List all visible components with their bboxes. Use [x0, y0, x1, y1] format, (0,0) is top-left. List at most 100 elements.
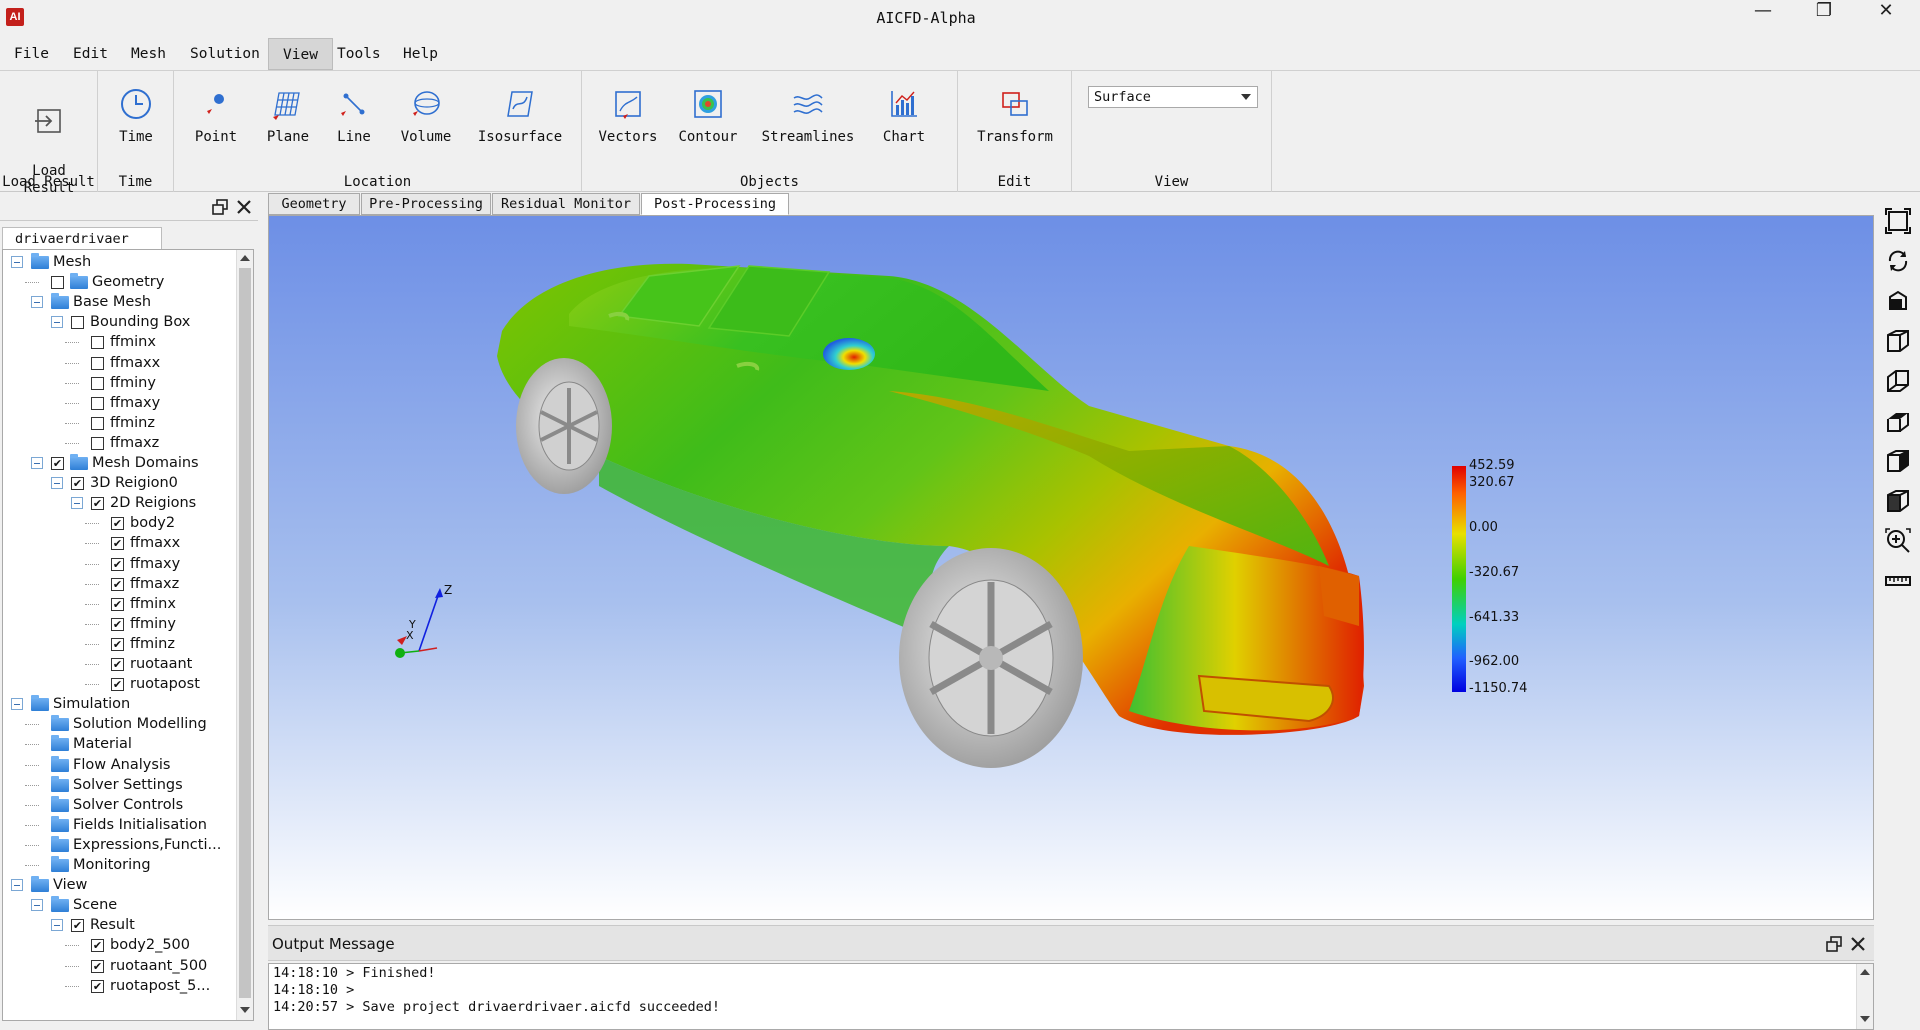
checked-checkbox[interactable]: ✔	[91, 939, 104, 953]
tree-item[interactable]: Mesh	[3, 252, 237, 272]
tree-item[interactable]: Bounding Box	[3, 312, 237, 332]
tree-item[interactable]: Flow Analysis	[3, 755, 237, 775]
unchecked-checkbox[interactable]	[91, 436, 104, 450]
volume-button[interactable]: Volume	[396, 87, 456, 146]
tree-scrollbar[interactable]	[236, 250, 253, 1020]
checked-checkbox[interactable]: ✔	[91, 979, 104, 993]
collapse-icon[interactable]	[51, 316, 63, 329]
checked-checkbox[interactable]: ✔	[91, 497, 104, 511]
scroll-up-icon[interactable]	[1860, 969, 1870, 975]
view-side-icon[interactable]	[1884, 447, 1912, 475]
view-back-icon[interactable]	[1884, 367, 1912, 395]
checked-checkbox[interactable]: ✔	[71, 919, 84, 933]
plane-button[interactable]: Plane	[258, 87, 318, 146]
tree-item[interactable]: Scene	[3, 895, 237, 915]
tree-item[interactable]: Material	[3, 734, 237, 754]
tree-item[interactable]: ✔ ffmaxy	[3, 554, 237, 574]
tree-item[interactable]: ✔ ruotaant_500	[3, 956, 237, 976]
tree-item[interactable]: ffmaxy	[3, 393, 237, 413]
view-top-icon[interactable]	[1884, 407, 1912, 435]
render-mode-select[interactable]: Surface	[1088, 86, 1258, 108]
float-panel-icon[interactable]	[1826, 936, 1842, 952]
tree-item[interactable]: ✔ ffmaxz	[3, 574, 237, 594]
isosurface-button[interactable]: Isosurface	[474, 87, 566, 146]
output-scrollbar[interactable]	[1856, 964, 1873, 1029]
tree-item[interactable]: ✔ ffminx	[3, 594, 237, 614]
tree-item[interactable]: ✔ ruotaant	[3, 654, 237, 674]
menu-solution[interactable]: Solution	[176, 38, 274, 70]
tree-item[interactable]: ✔ Result	[3, 915, 237, 935]
tree-item[interactable]: Base Mesh	[3, 292, 237, 312]
view-front-icon[interactable]	[1884, 327, 1912, 355]
line-button[interactable]: Line	[324, 87, 384, 146]
transform-button[interactable]: Transform	[970, 87, 1060, 146]
checked-checkbox[interactable]: ✔	[111, 678, 124, 692]
tree-item[interactable]: ffmaxx	[3, 353, 237, 373]
checked-checkbox[interactable]: ✔	[91, 959, 104, 973]
collapse-icon[interactable]	[31, 457, 43, 469]
collapse-icon[interactable]	[11, 698, 23, 711]
collapse-icon[interactable]	[31, 296, 43, 309]
unchecked-checkbox[interactable]	[91, 396, 104, 410]
checked-checkbox[interactable]: ✔	[111, 658, 124, 671]
unchecked-checkbox[interactable]	[91, 356, 104, 370]
unchecked-checkbox[interactable]	[71, 316, 84, 330]
tree-item[interactable]: ffminy	[3, 373, 237, 393]
streamlines-button[interactable]: Streamlines	[760, 87, 856, 146]
chart-button[interactable]: Chart	[872, 87, 936, 146]
checked-checkbox[interactable]: ✔	[111, 577, 124, 591]
vectors-button[interactable]: Vectors	[596, 87, 660, 146]
tab-pre-processing[interactable]: Pre-Processing	[361, 193, 491, 215]
collapse-icon[interactable]	[11, 256, 23, 268]
scroll-up-icon[interactable]	[240, 255, 250, 261]
menu-edit[interactable]: Edit	[59, 38, 122, 70]
tree-item[interactable]: Solver Controls	[3, 795, 237, 815]
zoom-icon[interactable]	[1884, 527, 1912, 555]
tree-item[interactable]: ✔ 2D Reigions	[3, 493, 237, 513]
unchecked-checkbox[interactable]	[91, 416, 104, 430]
collapse-icon[interactable]	[31, 899, 43, 912]
scroll-thumb[interactable]	[239, 268, 251, 998]
close-button[interactable]: ✕	[1856, 0, 1916, 36]
contour-button[interactable]: Contour	[676, 87, 740, 146]
tree-item[interactable]: ✔ ffminz	[3, 634, 237, 654]
restore-button[interactable]: ❐	[1794, 0, 1854, 36]
close-panel-icon[interactable]	[1850, 936, 1866, 952]
tree-item[interactable]: Monitoring	[3, 855, 237, 875]
menu-mesh[interactable]: Mesh	[117, 38, 180, 70]
ruler-icon[interactable]	[1884, 567, 1912, 595]
tree-item[interactable]: Fields Initialisation	[3, 815, 237, 835]
checked-checkbox[interactable]: ✔	[111, 517, 124, 531]
3d-viewport[interactable]: 452.59 320.67 0.00 -320.67 -641.33 -962.…	[268, 215, 1874, 920]
tab-geometry[interactable]: Geometry	[268, 193, 360, 215]
time-button[interactable]: Time	[106, 87, 166, 146]
tree-item[interactable]: Expressions,Functi...	[3, 835, 237, 855]
tab-post-processing[interactable]: Post-Processing	[641, 193, 789, 215]
checked-checkbox[interactable]: ✔	[111, 617, 124, 631]
unchecked-checkbox[interactable]	[51, 276, 64, 290]
unchecked-checkbox[interactable]	[91, 336, 104, 350]
tree-item[interactable]: ✔ ruotapost_5...	[3, 976, 237, 996]
collapse-icon[interactable]	[71, 497, 83, 510]
tree-item[interactable]: ✔ Mesh Domains	[3, 453, 237, 473]
collapse-icon[interactable]	[51, 477, 63, 490]
tree-item[interactable]: ffminx	[3, 332, 237, 352]
view-bottom-icon[interactable]	[1884, 487, 1912, 515]
tree-item[interactable]: Solver Settings	[3, 775, 237, 795]
close-panel-icon[interactable]	[236, 199, 252, 215]
menu-tools[interactable]: Tools	[323, 38, 395, 70]
unchecked-checkbox[interactable]	[91, 376, 104, 390]
point-button[interactable]: Point	[186, 87, 246, 146]
checked-checkbox[interactable]: ✔	[111, 557, 124, 571]
checked-checkbox[interactable]: ✔	[71, 477, 84, 491]
view-iso-icon[interactable]	[1884, 287, 1912, 315]
tree-item[interactable]: View	[3, 875, 237, 895]
menu-help[interactable]: Help	[389, 38, 452, 70]
menu-file[interactable]: File	[0, 38, 63, 70]
tree-item[interactable]: ffminz	[3, 413, 237, 433]
collapse-icon[interactable]	[11, 879, 23, 892]
tree-item[interactable]: ✔ ruotapost	[3, 674, 237, 694]
checked-checkbox[interactable]: ✔	[111, 537, 124, 551]
rotate-icon[interactable]	[1884, 247, 1912, 275]
checked-checkbox[interactable]: ✔	[111, 597, 124, 611]
